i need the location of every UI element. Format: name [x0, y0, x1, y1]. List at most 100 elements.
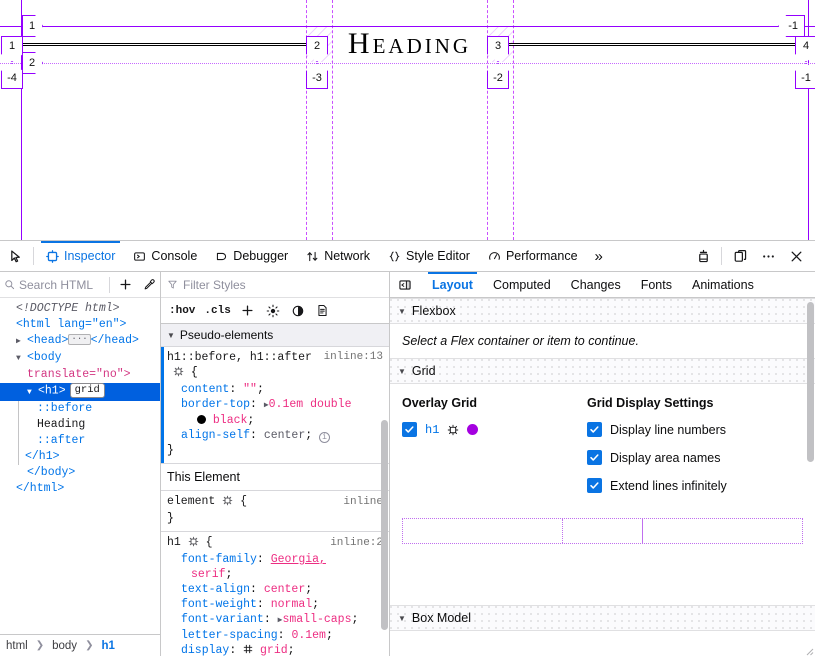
declaration-align-self[interactable]: align-self: center; i	[167, 428, 383, 443]
declaration-property[interactable]: border-top	[181, 398, 250, 411]
grid-settings-icon[interactable]	[447, 424, 459, 436]
rule-element-inline[interactable]: element { inline }	[161, 491, 389, 532]
grid-settings-icon[interactable]	[173, 366, 184, 382]
rule-selector[interactable]: element	[167, 495, 215, 508]
grid-column-badge-neg2[interactable]: -2	[487, 63, 509, 89]
tab-animations[interactable]: Animations	[682, 272, 764, 298]
declaration-property[interactable]: text-align	[181, 583, 250, 596]
declaration-property[interactable]: font-variant	[181, 613, 264, 626]
declaration-value[interactable]: center	[264, 583, 305, 596]
display-line-numbers-checkbox[interactable]	[587, 422, 602, 437]
grid-section-header[interactable]: ▼ Grid	[390, 358, 815, 384]
declaration-value-serif[interactable]: serif	[191, 568, 226, 581]
box-model-section-header[interactable]: ▼ Box Model	[390, 605, 815, 631]
tabs-overflow-chevron-icon[interactable]: »	[587, 241, 611, 272]
twisty-expanded-icon-boxmodel[interactable]: ▼	[398, 614, 406, 623]
markup-tree[interactable]: <!DOCTYPE html> <html lang="en"> ▶<head>…	[0, 298, 160, 634]
twisty-expanded-icon-pseudo[interactable]: ▼	[167, 331, 175, 340]
layout-scroll-container[interactable]: ▼ Flexbox Select a Flex container or ite…	[390, 298, 815, 656]
rule-selector[interactable]: h1	[167, 536, 181, 549]
grid-settings-icon[interactable]	[222, 495, 233, 511]
rules-scrollbar[interactable]	[381, 420, 388, 630]
filter-styles-field[interactable]: Filter Styles	[161, 272, 389, 298]
grid-column-badge-neg4[interactable]: -4	[1, 63, 23, 89]
declaration-font-weight[interactable]: font-weight: normal;	[167, 597, 383, 612]
sun-icon[interactable]	[262, 301, 284, 321]
tab-network[interactable]: Network	[297, 241, 379, 272]
declaration-font-family[interactable]: font-family: Georgia, serif;	[167, 552, 383, 582]
rule-pseudo-elements[interactable]: h1::before, h1::after inline:13 {	[161, 347, 389, 464]
declaration-value[interactable]: ""	[243, 383, 257, 396]
color-swatch[interactable]	[197, 415, 206, 424]
declaration-value[interactable]: center	[264, 429, 305, 442]
eyedropper-icon[interactable]	[138, 274, 160, 296]
declaration-color-value[interactable]: black	[213, 414, 248, 427]
grid-column-badge-neg3[interactable]: -3	[306, 63, 328, 89]
grid-outline-cell[interactable]	[643, 519, 802, 543]
contrast-icon[interactable]	[287, 301, 309, 321]
breadcrumb-item-html[interactable]: html	[2, 640, 32, 652]
element-picker-icon[interactable]	[2, 243, 30, 269]
setting-extend-lines-infinitely[interactable]: Extend lines infinitely	[587, 478, 803, 493]
display-area-names-checkbox[interactable]	[587, 450, 602, 465]
document-icon[interactable]	[312, 301, 334, 321]
pseudo-class-toggle[interactable]: :hov	[166, 305, 198, 317]
declaration-property[interactable]: font-weight	[181, 598, 257, 611]
rules-scroll-container[interactable]: ▼ Pseudo-elements h1::before, h1::after …	[161, 324, 389, 656]
twisty-expanded-icon-grid[interactable]: ▼	[398, 367, 406, 376]
tab-inspector[interactable]: Inspector	[37, 241, 124, 272]
declaration-property[interactable]: letter-spacing	[181, 629, 278, 642]
tree-node-after[interactable]: ::after	[19, 433, 160, 449]
tab-computed[interactable]: Computed	[483, 272, 561, 298]
rule-source[interactable]: inline	[343, 495, 383, 510]
twisty-expanded-icon-h1[interactable]: ▼	[27, 385, 38, 401]
declaration-border-top[interactable]: border-top: ▶0.1em double black;	[167, 397, 383, 428]
grid-outline-cell[interactable]	[563, 519, 643, 543]
declaration-content[interactable]: content: "";	[167, 382, 383, 397]
rule-selector[interactable]: h1::before, h1::after	[167, 351, 312, 364]
declaration-display[interactable]: display: grid;	[167, 643, 383, 656]
flexbox-section-header[interactable]: ▼ Flexbox	[390, 298, 815, 324]
tab-changes[interactable]: Changes	[561, 272, 631, 298]
rule-h1[interactable]: h1 { inline:2 font-famil	[161, 532, 389, 656]
resize-grip-icon[interactable]	[804, 646, 814, 656]
twisty-expanded-icon-flexbox[interactable]: ▼	[398, 307, 406, 316]
declaration-letter-spacing[interactable]: letter-spacing: 0.1em;	[167, 628, 383, 643]
breadcrumb-item-h1[interactable]: h1	[97, 640, 118, 652]
declaration-property[interactable]: font-family	[181, 553, 257, 566]
close-devtools-icon[interactable]	[783, 243, 809, 269]
grid-color-swatch[interactable]	[467, 424, 478, 435]
tree-node-doctype[interactable]: <!DOCTYPE html>	[0, 301, 160, 317]
grid-settings-icon[interactable]	[188, 536, 199, 552]
declaration-property[interactable]: align-self	[181, 429, 250, 442]
dock-to-side-icon[interactable]	[727, 243, 753, 269]
grid-badge[interactable]: grid	[70, 383, 105, 398]
tab-style-editor[interactable]: Style Editor	[379, 241, 479, 272]
setting-display-line-numbers[interactable]: Display line numbers	[587, 422, 803, 437]
tree-node-text[interactable]: Heading	[19, 417, 160, 433]
declaration-value[interactable]: small-caps	[282, 613, 351, 626]
tree-node-h1[interactable]: ▼<h1>grid	[0, 383, 160, 401]
tab-debugger[interactable]: Debugger	[206, 241, 297, 272]
grid-outline-cell[interactable]	[403, 519, 563, 543]
head-children-ellipsis[interactable]: ···	[68, 334, 90, 345]
panel-toggle-icon[interactable]	[394, 274, 416, 296]
declaration-value-georgia[interactable]: Georgia,	[271, 553, 326, 566]
layout-scrollbar[interactable]	[807, 302, 814, 462]
breadcrumb-item-body[interactable]: body	[48, 640, 81, 652]
declaration-property[interactable]: display	[181, 644, 229, 656]
declaration-value[interactable]: 0.1em	[291, 629, 326, 642]
more-options-icon[interactable]	[755, 243, 781, 269]
declaration-text-align[interactable]: text-align: center;	[167, 582, 383, 597]
rule-source[interactable]: inline:13	[324, 350, 383, 365]
rule-source[interactable]: inline:2	[330, 536, 383, 551]
class-panel-toggle[interactable]: .cls	[201, 305, 233, 317]
overlay-grid-item-h1[interactable]: h1	[402, 422, 587, 437]
tab-performance[interactable]: Performance	[479, 241, 587, 272]
tree-node-body[interactable]: ▼<body	[0, 350, 160, 367]
grid-toggle-icon[interactable]	[243, 644, 253, 656]
responsive-design-mode-icon[interactable]	[690, 243, 716, 269]
add-rule-icon[interactable]	[237, 301, 259, 321]
tab-console[interactable]: Console	[124, 241, 206, 272]
extend-lines-infinitely-checkbox[interactable]	[587, 478, 602, 493]
